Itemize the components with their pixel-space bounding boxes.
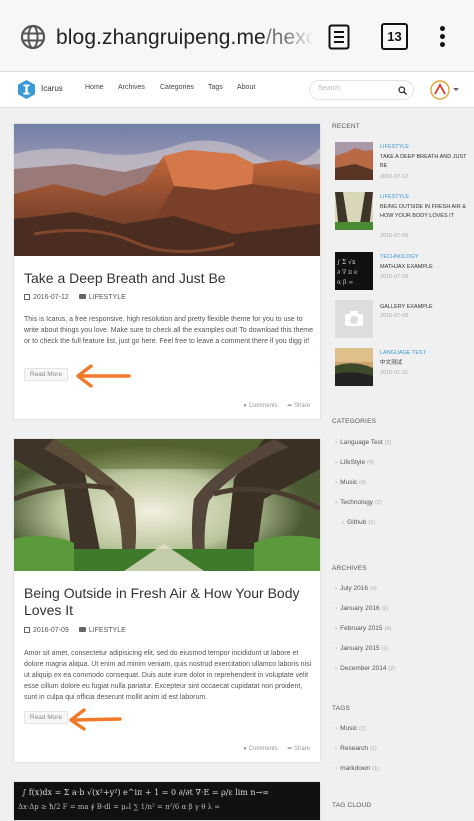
- recent-post-title[interactable]: GALLERY EXAMPLE: [380, 303, 472, 312]
- article-date: 2016-07-12: [33, 294, 69, 301]
- recent-post-category[interactable]: LIFESTYLE: [380, 194, 409, 200]
- trees-photo[interactable]: [14, 439, 320, 571]
- svg-text:Δx·Δp ≥ ħ/2 F = ma ∮ B·dl: Δx·Δp ≥ ħ/2 F = ma ∮ B·dl = μ₀I ∑ 1/n² =…: [18, 803, 220, 811]
- recent-post-date: 2016-07-09: [380, 233, 409, 239]
- site-navbar: Icarus Home Archives Categories Tags Abo…: [0, 72, 474, 108]
- overflow-menu-icon[interactable]: [438, 26, 446, 50]
- recent-post-title[interactable]: BEING OUTSIDE IN FRESH AIR & HOW YOUR BO…: [380, 203, 472, 221]
- search-icon[interactable]: [398, 86, 407, 95]
- search-input[interactable]: [318, 85, 398, 92]
- read-more-button[interactable]: Read More: [24, 711, 68, 724]
- article-card: Being Outside in Fresh Air & How Your Bo…: [13, 438, 321, 763]
- recent-post-title[interactable]: TAKE A DEEP BREATH AND JUST BE: [380, 153, 472, 171]
- recent-post-thumbnail[interactable]: ∫ Σ √x ∂ ∇ π e α β ∞: [335, 252, 373, 290]
- nav-archives[interactable]: Archives: [118, 84, 145, 91]
- recent-post-title[interactable]: 中文测试: [380, 359, 472, 368]
- nav-home[interactable]: Home: [85, 84, 104, 91]
- article-actions: ● Comments ➦ Share: [235, 745, 310, 752]
- icarus-logo-icon[interactable]: [18, 80, 35, 99]
- math-chalkboard-photo[interactable]: ∫ f(x)dx = Σ a·b √(x²+y²) e^iπ + 1 = 0 ∂…: [14, 782, 320, 821]
- article-title[interactable]: Take a Deep Breath and Just Be: [24, 270, 314, 287]
- recent-post-item[interactable]: ∫ Σ √x ∂ ∇ π e α β ∞ TECHNOLOGY MATHJAX …: [335, 252, 470, 292]
- recent-post-category[interactable]: TECHNOLOGY: [380, 254, 419, 260]
- url-host: blog.zhangruipeng.me: [56, 26, 266, 49]
- nav-categories[interactable]: Categories: [160, 84, 194, 91]
- recent-post-date: 2016-07-12: [380, 174, 409, 180]
- category-link[interactable]: › Language Test (2): [335, 439, 391, 446]
- recent-post-thumbnail[interactable]: [335, 142, 373, 180]
- orange-arrow-annotation: [69, 708, 122, 731]
- site-brand[interactable]: Icarus: [41, 84, 63, 93]
- reader-mode-icon[interactable]: [328, 24, 350, 50]
- recent-post-title[interactable]: MATHJAX EXAMPLE: [380, 263, 472, 272]
- url-fade: [286, 20, 314, 54]
- recent-post-item[interactable]: LANGUAGE TEST 中文测试 2016-01-31: [335, 348, 470, 388]
- nav-about[interactable]: About: [237, 84, 255, 91]
- article-category[interactable]: LIFESTYLE: [89, 627, 126, 634]
- article-category[interactable]: LIFESTYLE: [89, 294, 126, 301]
- recent-post-date: 2016-07-08: [380, 313, 409, 319]
- tags-widget-title: TAGS: [332, 705, 351, 712]
- svg-text:∫ Σ √x: ∫ Σ √x: [337, 259, 356, 266]
- category-link[interactable]: › Technology (2): [335, 499, 382, 506]
- category-link[interactable]: › Music (4): [335, 479, 366, 486]
- recent-post-item[interactable]: LIFESTYLE BEING OUTSIDE IN FRESH AIR & H…: [335, 192, 472, 239]
- tag-link[interactable]: › markdown (1): [335, 765, 379, 772]
- calendar-icon: [24, 294, 30, 300]
- recent-post-thumbnail[interactable]: [335, 192, 373, 230]
- article-card: Take a Deep Breath and Just Be 2016-07-1…: [13, 123, 321, 420]
- tagcloud-widget-title: TAG CLOUD: [332, 802, 372, 809]
- recent-post-item[interactable]: GALLERY EXAMPLE 2016-07-08: [335, 300, 470, 340]
- recent-post-thumbnail[interactable]: [335, 348, 373, 386]
- search-box: [309, 80, 414, 100]
- article-title[interactable]: Being Outside in Fresh Air & How Your Bo…: [24, 585, 314, 619]
- folder-icon: [78, 294, 86, 299]
- camera-placeholder-icon[interactable]: [335, 300, 373, 338]
- share-link[interactable]: ➦ Share: [287, 746, 310, 752]
- address-bar[interactable]: blog.zhangruipeng.me/hexo-th: [56, 26, 312, 50]
- article-excerpt: Amor sit amet, consectetur adipisicing e…: [24, 650, 312, 701]
- chevron-down-icon[interactable]: [453, 88, 459, 91]
- svg-text:∂ ∇ π e: ∂ ∇ π e: [337, 269, 358, 276]
- recent-post-date: 2016-01-31: [380, 370, 409, 376]
- article-excerpt: This is Icarus, a free responsive, high …: [24, 316, 313, 345]
- recent-widget-title: RECENT: [332, 123, 360, 130]
- canyon-photo[interactable]: [14, 124, 320, 256]
- article-meta: 2016-07-12 LIFESTYLE: [24, 294, 126, 301]
- subcategory-link[interactable]: › Github (1): [342, 519, 375, 526]
- globe-icon[interactable]: [20, 24, 46, 50]
- archive-link[interactable]: › January 2015 (1): [335, 645, 388, 652]
- recent-post-category[interactable]: LIFESTYLE: [380, 144, 409, 150]
- tab-switcher-button[interactable]: 13: [381, 23, 408, 50]
- tag-link[interactable]: › Music (2): [335, 725, 366, 732]
- orange-arrow-annotation: [76, 364, 131, 388]
- article-card: ∫ f(x)dx = Σ a·b √(x²+y²) e^iπ + 1 = 0 ∂…: [13, 781, 321, 821]
- comments-link[interactable]: ● Comments: [243, 746, 277, 752]
- categories-widget-title: CATEGORIES: [332, 418, 377, 425]
- article-date: 2016-07-09: [33, 627, 69, 634]
- archive-link[interactable]: › February 2015 (4): [335, 625, 391, 632]
- svg-text:α β ∞: α β ∞: [337, 279, 353, 286]
- comments-link[interactable]: ● Comments: [243, 403, 277, 409]
- archive-link[interactable]: › December 2014 (2): [335, 665, 395, 672]
- calendar-icon: [24, 627, 30, 633]
- svg-text:∫ f(x)dx = Σ a·b √(x²+y²) e^: ∫ f(x)dx = Σ a·b √(x²+y²) e^iπ + 1 = 0 ∂…: [22, 788, 269, 797]
- read-more-button[interactable]: Read More: [24, 368, 68, 381]
- article-actions: ● Comments ➦ Share: [235, 402, 310, 409]
- article-meta: 2016-07-09 LIFESTYLE: [24, 627, 126, 634]
- recent-post-date: 2016-07-08: [380, 274, 409, 280]
- share-link[interactable]: ➦ Share: [287, 403, 310, 409]
- archives-widget-title: ARCHIVES: [332, 565, 367, 572]
- nav-tags[interactable]: Tags: [208, 84, 223, 91]
- archive-link[interactable]: › January 2016 (2): [335, 605, 388, 612]
- recent-post-category[interactable]: LANGUAGE TEST: [380, 350, 426, 356]
- browser-toolbar: blog.zhangruipeng.me/hexo-th 13: [0, 0, 474, 72]
- folder-icon: [78, 627, 86, 632]
- tag-link[interactable]: › Research (1): [335, 745, 377, 752]
- recent-post-item[interactable]: LIFESTYLE TAKE A DEEP BREATH AND JUST BE…: [335, 142, 470, 182]
- language-icon[interactable]: [430, 80, 450, 100]
- archive-link[interactable]: › July 2016 (4): [335, 585, 377, 592]
- category-link[interactable]: › LifeStyle (4): [335, 459, 374, 466]
